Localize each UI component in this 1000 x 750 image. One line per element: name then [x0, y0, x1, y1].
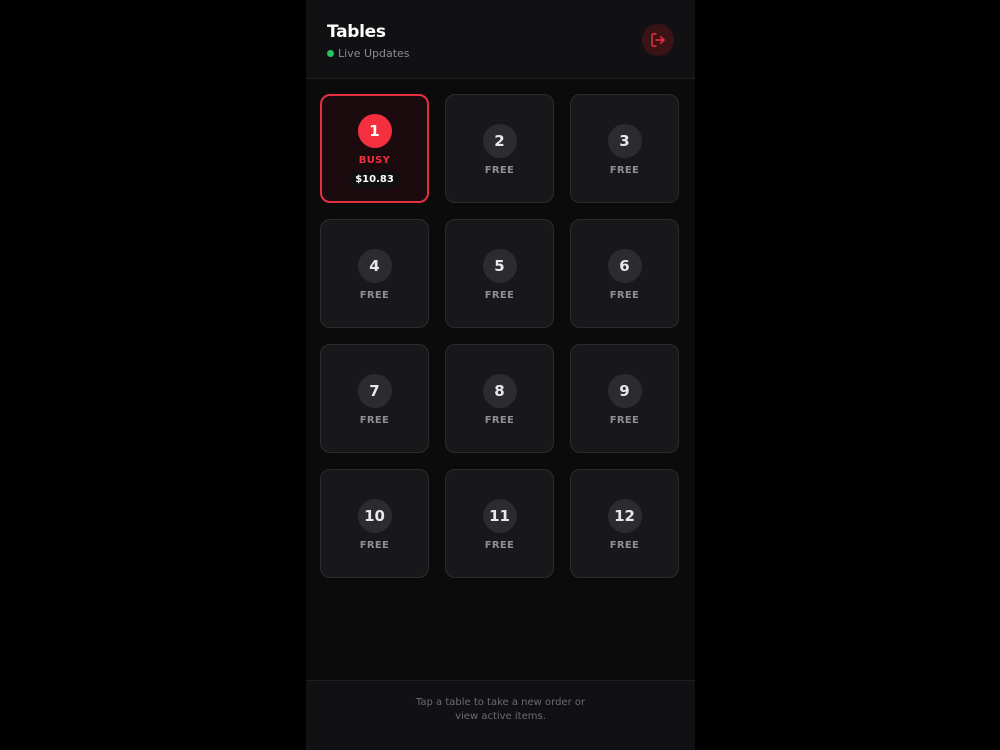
- table-card-2[interactable]: 2 FREE: [445, 94, 554, 203]
- table-card-12[interactable]: 12 FREE: [570, 469, 679, 578]
- table-number: 1: [357, 114, 392, 148]
- footer-hint: Tap a table to take a new order or view …: [415, 697, 586, 722]
- live-dot-icon: [327, 50, 334, 57]
- live-status: Live Updates: [327, 47, 410, 60]
- app-panel: Tables Live Updates 1 BUSY $10.83 2 FREE 3 FRE…: [306, 0, 695, 750]
- table-card-5[interactable]: 5 FREE: [445, 219, 554, 328]
- table-number: 12: [607, 499, 642, 533]
- tables-grid: 1 BUSY $10.83 2 FREE 3 FREE 4 FREE 5 FREE 6 FREE 7 FRE…: [306, 79, 695, 679]
- table-number: 6: [607, 249, 642, 283]
- logout-button[interactable]: [642, 24, 674, 56]
- table-number: 2: [482, 124, 517, 158]
- table-status: FREE: [609, 415, 640, 426]
- table-number: 10: [357, 499, 392, 533]
- table-amount-badge: $10.83: [349, 171, 400, 188]
- table-status: FREE: [359, 415, 390, 426]
- table-card-4[interactable]: 4 FREE: [320, 219, 429, 328]
- table-card-7[interactable]: 7 FREE: [320, 344, 429, 453]
- table-number: 5: [482, 249, 517, 283]
- page-title: Tables: [327, 22, 386, 42]
- table-status: FREE: [359, 290, 390, 301]
- table-status: FREE: [484, 165, 515, 176]
- table-status: FREE: [484, 290, 515, 301]
- table-number: 11: [482, 499, 517, 533]
- table-status: BUSY: [358, 155, 391, 166]
- table-card-11[interactable]: 11 FREE: [445, 469, 554, 578]
- table-number: 3: [607, 124, 642, 158]
- header: Tables Live Updates: [306, 0, 695, 79]
- table-status: FREE: [484, 415, 515, 426]
- table-number: 9: [607, 374, 642, 408]
- footer: Tap a table to take a new order or view …: [306, 680, 695, 750]
- table-status: FREE: [609, 540, 640, 551]
- table-status: FREE: [359, 540, 390, 551]
- logout-icon: [651, 33, 665, 47]
- table-number: 7: [357, 374, 392, 408]
- table-status: FREE: [484, 540, 515, 551]
- table-card-3[interactable]: 3 FREE: [570, 94, 679, 203]
- live-label: Live Updates: [338, 47, 410, 60]
- table-number: 8: [482, 374, 517, 408]
- table-card-1[interactable]: 1 BUSY $10.83: [320, 94, 429, 203]
- table-card-9[interactable]: 9 FREE: [570, 344, 679, 453]
- table-number: 4: [357, 249, 392, 283]
- table-status: FREE: [609, 165, 640, 176]
- table-card-10[interactable]: 10 FREE: [320, 469, 429, 578]
- table-card-6[interactable]: 6 FREE: [570, 219, 679, 328]
- table-status: FREE: [609, 290, 640, 301]
- table-card-8[interactable]: 8 FREE: [445, 344, 554, 453]
